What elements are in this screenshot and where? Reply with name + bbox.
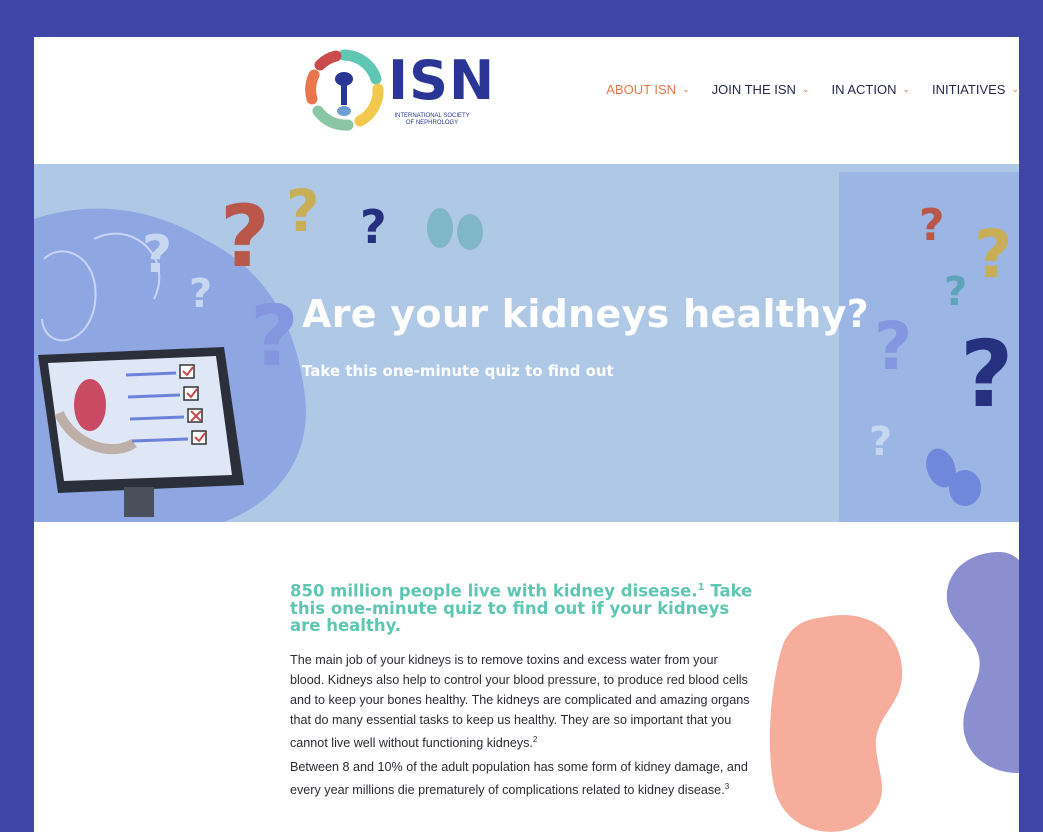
question-mark-icon: ?	[869, 419, 893, 465]
paragraph-prevalence: Between 8 and 10% of the adult populatio…	[290, 757, 750, 800]
question-mark-icon: ?	[220, 187, 270, 287]
kidney-decoration-icon	[769, 615, 903, 832]
nav-item-label: ABOUT ISN	[606, 82, 677, 97]
kidney-decoration-icon	[946, 552, 1019, 773]
nav-item-about-isn[interactable]: ABOUT ISN ⌄	[606, 82, 689, 97]
quiz-monitor-illustration	[38, 347, 244, 517]
question-mark-icon: ?	[189, 271, 213, 317]
chevron-down-icon: ⌄	[1011, 84, 1019, 94]
chevron-down-icon: ⌄	[682, 84, 690, 94]
logo-subtitle: INTERNATIONAL SOCIETY OF NEPHROLOGY	[391, 113, 473, 127]
question-mark-icon: ?	[286, 177, 320, 245]
hero-subtitle: Take this one-minute quiz to find out	[302, 362, 614, 380]
chevron-down-icon: ⌄	[902, 84, 911, 94]
page: ISN INTERNATIONAL SOCIETY OF NEPHROLOGY …	[34, 37, 1019, 832]
question-mark-icon: ?	[142, 225, 173, 285]
nav-item-join-the-isn[interactable]: JOIN THE ISN ⌄	[712, 82, 810, 97]
question-mark-icon: ?	[360, 200, 387, 254]
paragraph-kidney-function: The main job of your kidneys is to remov…	[290, 650, 750, 753]
logo-subtitle-line2: OF NEPHROLOGY	[405, 120, 459, 126]
question-mark-icon: ?	[944, 269, 968, 315]
paragraph-text: Between 8 and 10% of the adult populatio…	[290, 760, 748, 798]
paragraph-text: The main job of your kidneys is to remov…	[290, 653, 750, 751]
nav-item-label: JOIN THE ISN	[711, 82, 796, 97]
nav-item-initiatives[interactable]: INITIATIVES ⌄	[932, 82, 1019, 97]
logo-wordmark: ISN	[388, 49, 496, 112]
question-mark-icon: ?	[250, 287, 299, 385]
question-mark-icon: ?	[960, 321, 1014, 428]
question-mark-icon: ?	[974, 216, 1013, 293]
logo-subtitle-line1: INTERNATIONAL SOCIETY	[394, 113, 470, 119]
nav-item-label: IN ACTION	[831, 82, 897, 97]
footnote-ref[interactable]: 3	[725, 782, 729, 791]
nav-item-in-action[interactable]: IN ACTION ⌄	[831, 82, 910, 97]
chevron-down-icon: ⌄	[801, 84, 810, 94]
kidney-icon	[427, 208, 483, 250]
hero-title: Are your kidneys healthy?	[302, 292, 870, 336]
site-header: ISN INTERNATIONAL SOCIETY OF NEPHROLOGY …	[34, 37, 1019, 164]
isn-logo[interactable]: ISN INTERNATIONAL SOCIETY OF NEPHROLOGY	[304, 49, 494, 135]
isn-logo-mark-icon	[305, 49, 384, 131]
hero-banner: ? ? ? ? ? ? ? ? ? ? ? ? Are your kidneys…	[34, 164, 1019, 522]
nav-item-label: INITIATIVES	[932, 82, 1006, 97]
kidney-icon	[926, 448, 981, 506]
content-heading: 850 million people live with kidney dise…	[290, 579, 760, 634]
main-nav: ABOUT ISN ⌄ JOIN THE ISN ⌄ IN ACTION ⌄ I…	[584, 82, 1019, 97]
question-mark-icon: ?	[874, 308, 913, 385]
footnote-ref[interactable]: 1	[698, 582, 705, 593]
question-mark-icon: ?	[919, 200, 945, 251]
footnote-ref[interactable]: 2	[533, 735, 537, 744]
